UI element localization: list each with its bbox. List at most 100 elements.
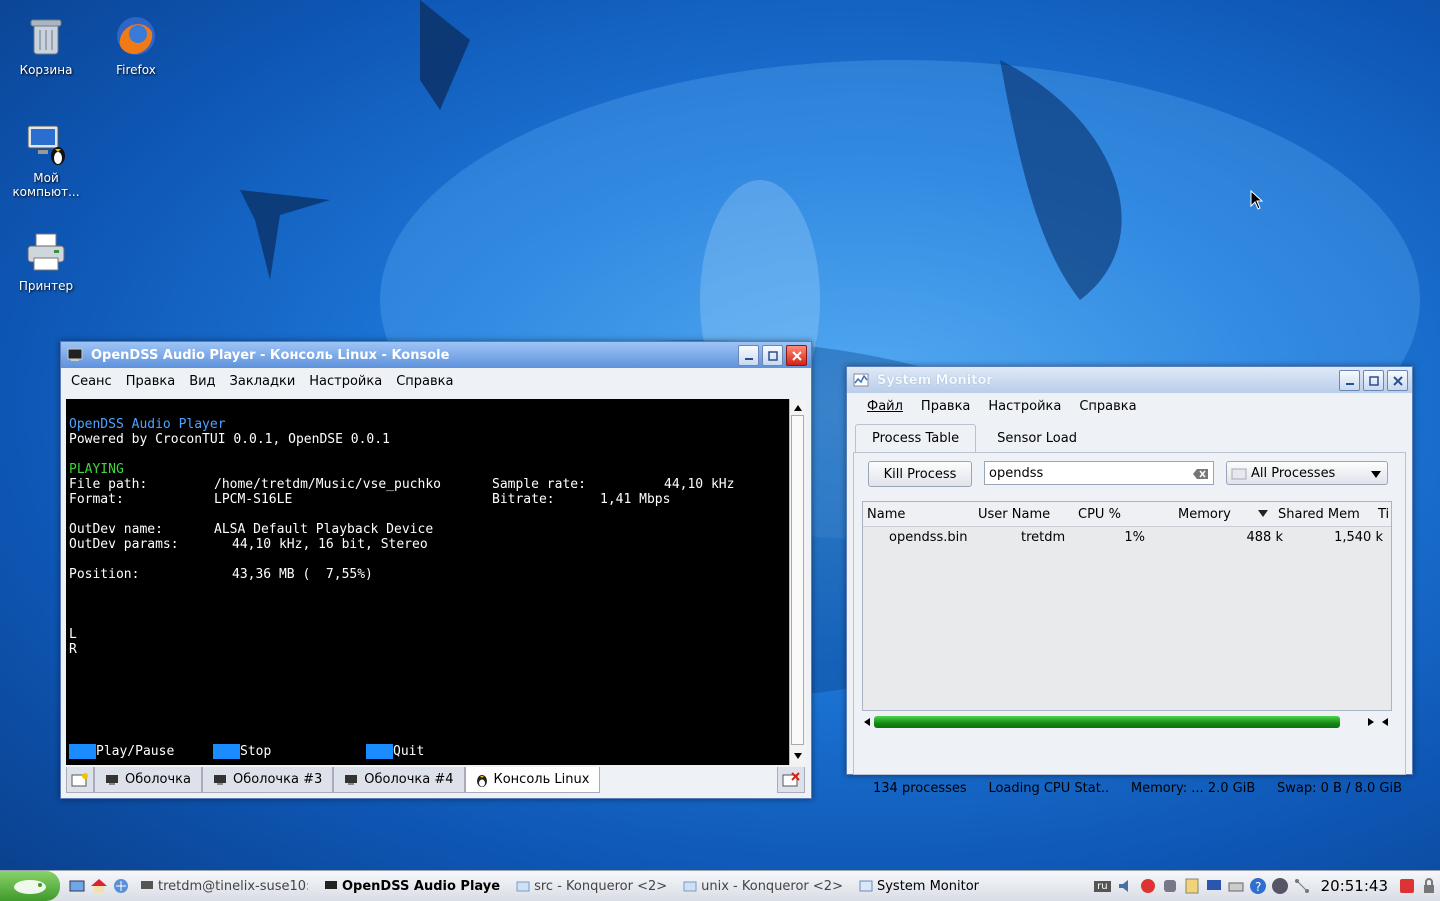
close-button[interactable]	[786, 345, 807, 366]
menu-help[interactable]: Справка	[396, 374, 453, 389]
new-tab-button[interactable]	[66, 767, 94, 793]
col-memory[interactable]: Memory	[1174, 507, 1258, 522]
network-icon[interactable]	[1161, 877, 1179, 895]
terminal-icon	[141, 881, 153, 889]
firefox-icon	[117, 17, 155, 55]
tab-linux-console[interactable]: Консоль Linux	[464, 767, 601, 793]
menu-view[interactable]: Вид	[189, 374, 215, 389]
tab-shell-3[interactable]: Оболочка #3	[201, 767, 334, 793]
folder-icon	[683, 881, 697, 892]
col-name[interactable]: Name	[863, 507, 974, 522]
menu-edit[interactable]: Правка	[921, 399, 970, 414]
cell-cpu: 1%	[1124, 529, 1145, 545]
process-table[interactable]: Name User Name CPU % Memory Shared Mem T…	[862, 501, 1392, 711]
close-button[interactable]	[1387, 370, 1408, 391]
tab-process-table[interactable]: Process Table	[855, 424, 977, 452]
clock[interactable]: 20:51:43	[1321, 877, 1388, 895]
updater-icon[interactable]	[1139, 877, 1157, 895]
desktop-show-icon[interactable]	[68, 877, 86, 895]
table-header: Name User Name CPU % Memory Shared Mem T…	[863, 502, 1391, 527]
desktop-icon-trash[interactable]: Корзина	[1, 14, 91, 77]
stop-label: Stop	[240, 744, 272, 759]
konsole-titlebar[interactable]: OpenDSS Audio Player - Консоль Linux - K…	[61, 342, 811, 368]
minimize-icon	[1345, 382, 1354, 385]
terminal-app-name: OpenDSS Audio Player	[69, 417, 226, 432]
task-label: tretdm@tinelix-suse10:	[158, 878, 308, 894]
folder-icon	[516, 881, 530, 892]
keyboard-layout-indicator[interactable]: ru	[1094, 880, 1111, 892]
maximize-button[interactable]	[1363, 370, 1384, 391]
file-path-label: File path:	[69, 477, 148, 492]
desktop-icon-printer[interactable]: Принтер	[1, 230, 91, 293]
sysmon-statusbar: 134 processes Loading CPU Stat.. Memory:…	[847, 781, 1412, 796]
desktop-icon-my-computer[interactable]: Мой компьют...	[1, 122, 91, 199]
task-opendss[interactable]: OpenDSS Audio Playe	[316, 874, 508, 898]
col-cpu[interactable]: CPU %	[1074, 507, 1174, 522]
sysmon-titlebar[interactable]: System Monitor	[847, 367, 1412, 393]
task-konqueror-unix[interactable]: unix - Konqueror <2>	[675, 874, 851, 898]
display-icon[interactable]	[1205, 877, 1223, 895]
chevron-down-icon	[1371, 471, 1381, 478]
col-user[interactable]: User Name	[974, 507, 1074, 522]
task-konqueror-src[interactable]: src - Konqueror <2>	[508, 874, 675, 898]
process-filter-select[interactable]: All Processes	[1226, 461, 1388, 485]
menu-edit[interactable]: Правка	[126, 374, 175, 389]
status-memory: Memory: ... 2.0 GiB	[1130, 781, 1256, 796]
table-row[interactable]: opendss.bin tretdm 1% 488 k 1,540 k	[863, 527, 1391, 547]
menu-file[interactable]: Файл	[867, 399, 903, 414]
status-cpu: Loading CPU Stat..	[988, 781, 1110, 796]
horizontal-scrollbar[interactable]	[862, 715, 1390, 729]
menu-settings[interactable]: Настройка	[309, 374, 382, 389]
home-icon[interactable]	[90, 877, 108, 895]
help-icon[interactable]: ?	[1249, 877, 1267, 895]
col-time[interactable]: Ti	[1374, 507, 1389, 522]
desktop-icon-label: Мой компьют...	[12, 171, 80, 199]
tab-shell-4[interactable]: Оболочка #4	[333, 767, 465, 793]
position-label: Position:	[69, 567, 140, 582]
close-tab-button[interactable]	[777, 767, 805, 793]
task-terminal[interactable]: tretdm@tinelix-suse10:	[132, 874, 316, 898]
minimize-button[interactable]	[738, 345, 759, 366]
logout-icon[interactable]	[1398, 877, 1416, 895]
tab-shell[interactable]: Оболочка	[94, 767, 202, 793]
printer-tray-icon[interactable]	[1227, 877, 1245, 895]
menu-session[interactable]: Сеанс	[71, 374, 112, 389]
window-title: System Monitor	[877, 372, 993, 388]
terminal-screen[interactable]: OpenDSS Audio Player Powered by CroconTUI…	[66, 399, 789, 765]
kde-icon[interactable]	[1271, 877, 1289, 895]
volume-icon[interactable]	[1117, 877, 1135, 895]
network-tray-icon[interactable]	[1293, 877, 1311, 895]
process-search-input[interactable]: opendss	[984, 461, 1214, 485]
sysmon-menubar: Файл Правка Настройка Справка	[847, 393, 1412, 420]
lock-screen-icon[interactable]	[1420, 877, 1438, 895]
scroll-right-icon[interactable]	[1366, 715, 1390, 729]
tab-sensor-load[interactable]: Sensor Load	[980, 424, 1094, 452]
new-tab-icon	[71, 772, 88, 786]
terminal-icon	[213, 774, 226, 785]
klipper-icon[interactable]	[1183, 877, 1201, 895]
system-monitor-icon	[859, 880, 873, 892]
task-system-monitor[interactable]: System Monitor	[851, 874, 987, 898]
konqueror-icon[interactable]	[112, 877, 130, 895]
task-label: OpenDSS Audio Playe	[342, 878, 501, 894]
outdev-params-value: 44,10 kHz, 16 bit, Stereo	[232, 537, 428, 552]
start-menu-button[interactable]	[0, 871, 60, 901]
menu-bookmarks[interactable]: Закладки	[230, 374, 296, 389]
scroll-down-icon[interactable]	[790, 749, 806, 763]
scroll-thumb[interactable]	[791, 415, 804, 745]
scroll-left-icon[interactable]	[862, 715, 872, 729]
scroll-thumb[interactable]	[874, 716, 1340, 728]
filter-value: All Processes	[1251, 465, 1336, 481]
maximize-button[interactable]	[762, 345, 783, 366]
position-value: 43,36 MB ( 7,55%)	[232, 567, 373, 582]
clear-search-icon[interactable]	[1193, 468, 1209, 480]
tab-label: Оболочка	[125, 772, 191, 787]
desktop-icon-firefox[interactable]: Firefox	[91, 14, 181, 77]
menu-settings[interactable]: Настройка	[988, 399, 1061, 414]
kill-process-button[interactable]: Kill Process	[868, 461, 972, 487]
scroll-up-icon[interactable]	[790, 401, 806, 415]
minimize-button[interactable]	[1339, 370, 1360, 391]
col-shared-mem[interactable]: Shared Mem	[1274, 507, 1374, 522]
menu-help[interactable]: Справка	[1079, 399, 1136, 414]
terminal-scrollbar[interactable]	[789, 399, 806, 765]
